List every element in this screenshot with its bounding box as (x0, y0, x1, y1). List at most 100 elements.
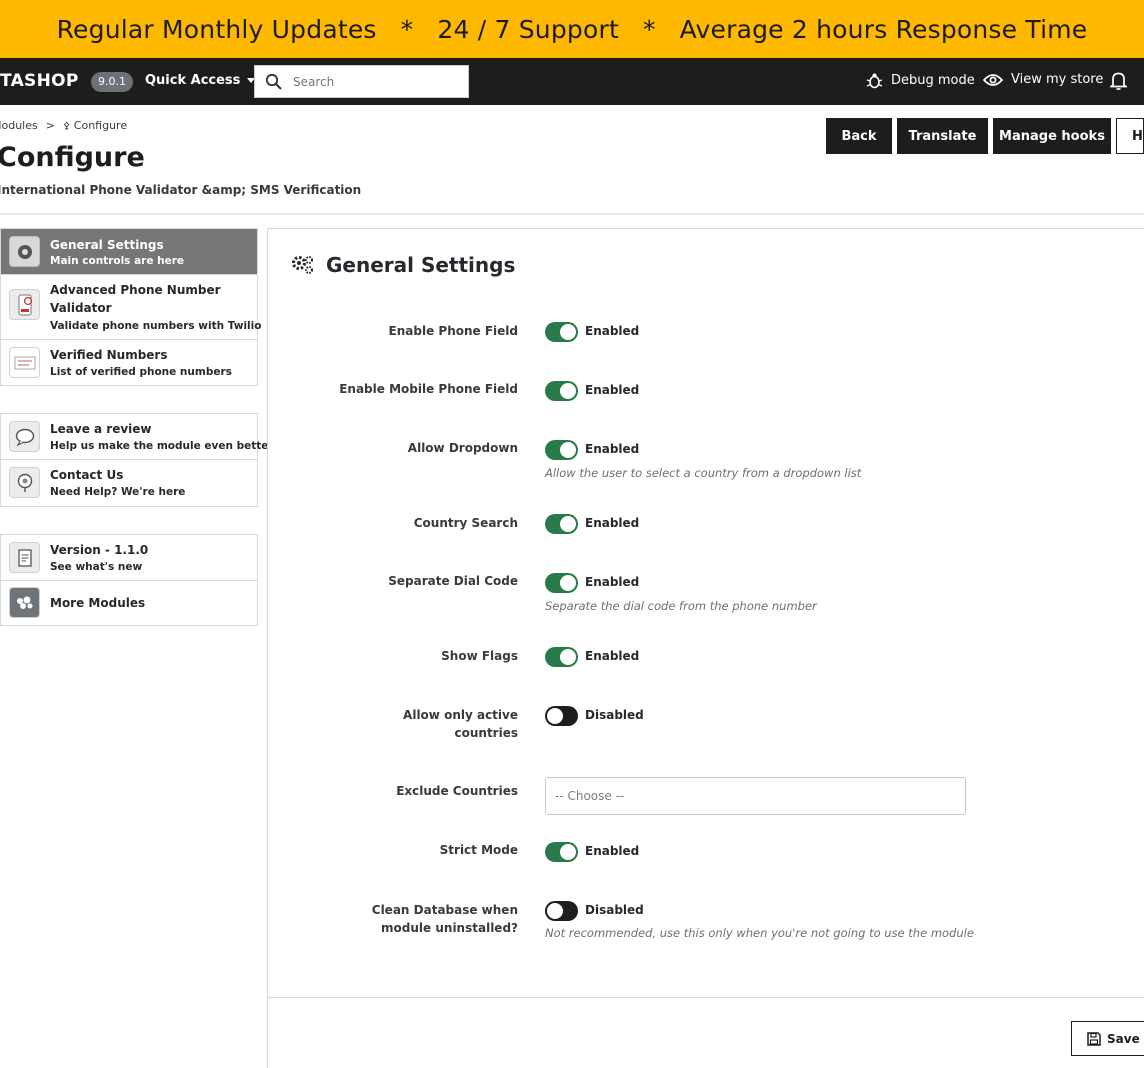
panel-footer-divider (268, 997, 1144, 998)
puzzle-modules-icon (9, 587, 40, 618)
module-sidebar: General Settings Main controls are here … (0, 228, 274, 653)
settings-module-icon (9, 236, 40, 267)
field-label: Show Flags (441, 649, 518, 663)
sidebar-item-desc: List of verified phone numbers (50, 366, 232, 378)
quick-access-menu[interactable]: Quick Access (145, 73, 256, 88)
sidebar-item-desc: Validate phone numbers with Twilio (50, 320, 262, 332)
save-label: Save (1107, 1031, 1140, 1046)
sidebar-item-label: Advanced Phone Number Validator (50, 283, 221, 315)
debug-mode-link[interactable]: Debug mode (866, 72, 975, 89)
field-help: Not recommended, use this only when you'… (545, 926, 974, 940)
toggle-state: Enabled (585, 516, 640, 530)
promo-support: 24 / 7 Support (437, 14, 619, 44)
sidebar-item-label: Verified Numbers (50, 348, 168, 362)
promo-banner: Regular Monthly Updates * 24 / 7 Support… (0, 0, 1144, 58)
field-label: Exclude Countries (396, 784, 518, 798)
active-countries-toggle[interactable] (545, 706, 578, 726)
sidebar-item-general-settings[interactable]: General Settings Main controls are here (1, 229, 257, 275)
country-search-toggle[interactable] (545, 514, 578, 534)
view-store-link[interactable]: View my store (983, 72, 1103, 87)
page-title: Configure (0, 142, 145, 173)
field-label: Strict Mode (439, 843, 518, 857)
version-badge: 9.0.1 (91, 72, 133, 92)
panel-title: General Settings (326, 253, 516, 277)
sidebar-item-desc: Main controls are here (50, 255, 185, 267)
back-button[interactable]: Back (826, 118, 892, 154)
toggle-state: Enabled (585, 649, 640, 663)
sidebar-item-version[interactable]: Version - 1.1.0 See what's new (1, 535, 257, 581)
wrench-icon: ⚴ (62, 121, 71, 132)
enable-phone-toggle[interactable] (545, 322, 578, 342)
changelog-icon (9, 542, 40, 573)
sidebar-item-contact-us[interactable]: Contact Us Need Help? We're here (1, 460, 257, 506)
promo-response-time: Average 2 hours Response Time (679, 14, 1088, 44)
sidebar-item-label: Leave a review (50, 422, 152, 436)
sidebar-item-more-modules[interactable]: More Modules (1, 581, 257, 625)
top-navbar: TASHOP 9.0.1 Quick Access Debug mode Vie… (0, 58, 1144, 105)
general-settings-panel: General Settings Enable Phone Field Enab… (267, 228, 1144, 1068)
page-subtitle: International Phone Validator &amp; SMS … (0, 183, 362, 197)
field-help: Allow the user to select a country from … (545, 466, 862, 480)
breadcrumb-modules[interactable]: Modules (0, 119, 38, 132)
brand-logo[interactable]: TASHOP (0, 71, 79, 91)
header-divider (0, 213, 1144, 215)
sidebar-item-label: More Modules (50, 596, 146, 610)
floppy-disk-icon (1087, 1031, 1101, 1046)
sidebar-item-label: General Settings (50, 238, 164, 252)
field-label: Separate Dial Code (388, 574, 518, 588)
field-label: Allow only active countries (403, 708, 518, 740)
field-label: Enable Mobile Phone Field (339, 382, 518, 396)
toggle-state: Disabled (585, 708, 644, 722)
breadcrumb-configure: Configure (73, 119, 128, 132)
sidebar-item-leave-review[interactable]: Leave a review Help us make the module e… (1, 414, 274, 460)
sidebar-item-desc: Help us make the module even better (50, 440, 274, 452)
translate-button[interactable]: Translate (897, 118, 988, 154)
sidebar-group-settings: General Settings Main controls are here … (0, 228, 261, 386)
sidebar-item-label: Version - 1.1.0 (50, 543, 149, 557)
field-help: Separate the dial code from the phone nu… (545, 599, 817, 613)
toggle-state: Enabled (585, 575, 640, 589)
field-label: Clean Database when module uninstalled? (371, 903, 518, 935)
show-flags-toggle[interactable] (545, 647, 578, 667)
exclude-countries-select[interactable]: -- Choose -- (545, 777, 966, 815)
cogs-icon (292, 256, 313, 274)
breadcrumb-separator: > (45, 119, 55, 132)
notifications-bell[interactable] (1110, 71, 1135, 90)
allow-dropdown-toggle[interactable] (545, 440, 578, 460)
clean-database-toggle[interactable] (545, 901, 578, 921)
eye-icon (983, 73, 1003, 86)
field-label: Enable Phone Field (388, 324, 518, 338)
sidebar-item-desc: See what's new (50, 561, 143, 573)
search-icon[interactable] (255, 73, 293, 91)
bug-icon (866, 73, 883, 89)
promo-updates: Regular Monthly Updates (56, 14, 377, 44)
separate-dial-toggle[interactable] (545, 573, 578, 593)
field-label: Country Search (413, 516, 518, 530)
view-store-label: View my store (1011, 72, 1104, 87)
sidebar-item-desc: Need Help? We're here (50, 486, 186, 498)
quick-access-label: Quick Access (145, 73, 241, 88)
help-button[interactable]: Help (1116, 118, 1144, 154)
strict-mode-toggle[interactable] (545, 842, 578, 862)
sidebar-item-phone-validator[interactable]: Advanced Phone Number Validator Validate… (1, 275, 261, 340)
enable-mobile-toggle[interactable] (545, 381, 578, 401)
search-box[interactable] (254, 65, 469, 98)
review-bubble-icon (9, 421, 40, 452)
toggle-state: Enabled (585, 324, 640, 338)
search-input[interactable] (293, 74, 453, 89)
breadcrumb: Modules > ⚴ Configure (0, 119, 127, 132)
sidebar-item-label: Contact Us (50, 468, 124, 482)
toggle-state: Disabled (585, 903, 644, 917)
debug-mode-label: Debug mode (891, 73, 975, 88)
phone-validator-icon (9, 289, 40, 320)
sidebar-item-verified-numbers[interactable]: Verified Numbers List of verified phone … (1, 340, 257, 385)
toggle-state: Enabled (585, 844, 640, 858)
verified-list-icon (9, 347, 40, 378)
sidebar-group-support: Leave a review Help us make the module e… (0, 413, 274, 507)
panel-header: General Settings (290, 253, 515, 277)
save-button[interactable]: Save (1071, 1021, 1144, 1056)
manage-hooks-button[interactable]: Manage hooks (993, 118, 1111, 154)
field-label: Allow Dropdown (407, 441, 518, 455)
contact-support-icon (9, 467, 40, 498)
toggle-state: Enabled (585, 442, 640, 456)
